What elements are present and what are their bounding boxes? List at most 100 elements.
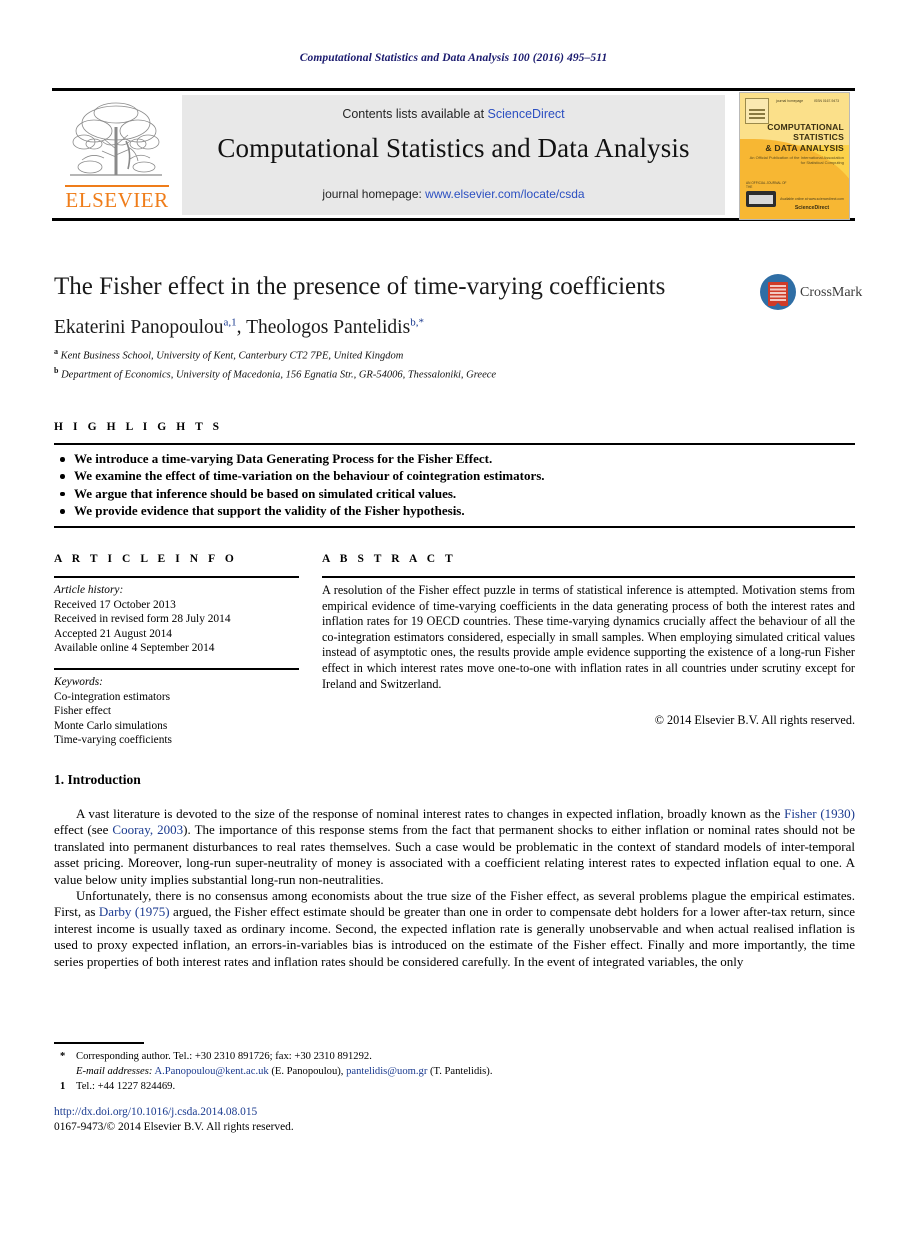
abstract-text: A resolution of the Fisher effect puzzle… — [322, 583, 855, 691]
highlight-item: We argue that inference should be based … — [58, 485, 853, 502]
footnote-asterisk-mark: * — [60, 1051, 66, 1062]
email2-who: (T. Pantelidis). — [427, 1066, 493, 1078]
contents-prefix: Contents lists available at — [342, 107, 488, 121]
footnote-1-mark: 1 — [60, 1081, 66, 1093]
abstract-label: A B S T R A C T — [322, 553, 457, 565]
highlight-item: We examine the effect of time-variation … — [58, 467, 853, 484]
author-1[interactable]: Ekaterini Panopouloua,1 — [54, 316, 237, 338]
paragraph-1: A vast literature is devoted to the size… — [54, 806, 855, 888]
footnote-emails: E-mail addresses: A.Panopoulou@kent.ac.u… — [54, 1064, 674, 1079]
page-title: The Fisher effect in the presence of tim… — [54, 273, 666, 300]
highlights-bottom-rule — [54, 526, 855, 528]
footnote-rule — [54, 1042, 144, 1044]
citation-fisher-1930[interactable]: Fisher (1930) — [784, 806, 855, 821]
author-1-name: Ekaterini Panopoulou — [54, 316, 224, 338]
paragraph-2: Unfortunately, there is no consensus amo… — [54, 888, 855, 970]
keyword-item: Monte Carlo simulations — [54, 719, 168, 732]
contents-available-line: Contents lists available at ScienceDirec… — [182, 107, 725, 121]
cover-elsevier-mark — [745, 98, 769, 124]
cover-title-line2: STATISTICS — [793, 132, 844, 143]
cover-badge-inner — [749, 195, 773, 204]
masthead-bottom-rule — [52, 218, 855, 221]
highlight-item: We introduce a time-varying Data Generat… — [58, 450, 853, 467]
keyword-item: Time-varying coefficients — [54, 734, 172, 747]
journal-masthead: ELSEVIER Contents lists available at Sci… — [52, 88, 855, 221]
crossmark-label: CrossMark — [800, 285, 863, 300]
article-history-item: Received in revised form 28 July 2014 — [54, 613, 231, 626]
keyword-item: Co-integration estimators — [54, 690, 171, 703]
cover-badge — [746, 191, 776, 207]
highlight-item: We provide evidence that support the val… — [58, 502, 853, 519]
author-2-sup: b,* — [410, 316, 424, 328]
para1-part-a: A vast literature is devoted to the size… — [76, 806, 785, 821]
author-list: Ekaterini Panopouloua,1, Theologos Pante… — [54, 316, 424, 338]
cover-top-left-note: journal homepage — [776, 99, 804, 103]
journal-banner: Contents lists available at ScienceDirec… — [182, 95, 725, 215]
highlights-top-rule — [54, 443, 855, 445]
affiliation-b-mark: b — [54, 365, 59, 375]
affiliation-b: b Department of Economics, University of… — [54, 364, 834, 383]
keywords-rule — [54, 668, 299, 670]
elsevier-wordmark: ELSEVIER — [65, 188, 169, 212]
article-page: Computational Statistics and Data Analys… — [0, 0, 907, 1238]
section-heading-introduction: 1. Introduction — [54, 772, 141, 787]
author-2-name: Theologos Pantelidis — [246, 316, 411, 338]
cover-elsevier-lines — [749, 109, 765, 111]
journal-homepage-link[interactable]: www.elsevier.com/locate/csda — [425, 187, 584, 201]
introduction-body: A vast literature is devoted to the size… — [54, 806, 855, 970]
cover-subtitle: An Official Publication of the Internati… — [749, 155, 844, 165]
cover-top-right-note: ISSN 0167-9473 — [814, 99, 840, 103]
affiliation-a-text: Kent Business School, University of Kent… — [60, 350, 404, 362]
cover-footer-note: Available online at www.sciencedirect.co… — [780, 197, 844, 201]
abstract-rule — [322, 576, 855, 578]
author-2[interactable]: Theologos Pantelidisb,* — [246, 316, 424, 338]
crossmark-icon — [760, 274, 796, 310]
para1-part-b: effect (see — [54, 822, 113, 838]
para2-part-b: argued, the Fisher effect estimate shoul… — [54, 904, 855, 969]
running-head: Computational Statistics and Data Analys… — [299, 52, 608, 64]
citation-darby-1975[interactable]: Darby (1975) — [99, 904, 170, 919]
citation-cooray-2003[interactable]: Cooray, 2003 — [112, 822, 183, 837]
cover-title-line3: & DATA ANALYSIS — [765, 142, 844, 153]
article-info-label: A R T I C L E I N F O — [54, 553, 238, 565]
journal-title: Computational Statistics and Data Analys… — [217, 133, 690, 163]
cover-title: COMPUTATIONAL STATISTICS & DATA ANALYSIS — [750, 122, 844, 153]
article-info-rule — [54, 576, 299, 578]
elsevier-tree-icon — [70, 102, 162, 176]
email-link-panopoulou[interactable]: A.Panopoulou@kent.ac.uk — [154, 1066, 268, 1077]
cover-badge-label: AN OFFICIAL JOURNAL OF THE — [746, 181, 787, 189]
footnote-note-1: 1 Tel.: +44 1227 824469. — [54, 1079, 674, 1094]
author-1-sup: a,1 — [223, 316, 237, 328]
footnote-1-text: Tel.: +44 1227 824469. — [76, 1081, 176, 1093]
homepage-prefix: journal homepage: — [322, 187, 426, 201]
doi-link[interactable]: http://dx.doi.org/10.1016/j.csda.2014.08… — [54, 1106, 257, 1118]
article-history-item: Received 17 October 2013 — [54, 598, 176, 611]
issn-copyright-line: 0167-9473/© 2014 Elsevier B.V. All right… — [54, 1121, 294, 1133]
cover-footer-brand: ScienceDirect — [794, 205, 830, 211]
article-history-item: Available online 4 September 2014 — [54, 642, 215, 655]
highlights-list: We introduce a time-varying Data Generat… — [58, 450, 853, 520]
journal-homepage-line: journal homepage: www.elsevier.com/locat… — [182, 187, 725, 201]
email1-who: (E. Panopoulou), — [268, 1066, 347, 1078]
article-history-heading: Article history: — [54, 584, 124, 596]
article-history-item: Accepted 21 August 2014 — [54, 627, 172, 640]
sciencedirect-link[interactable]: ScienceDirect — [488, 107, 565, 121]
keyword-item: Fisher effect — [54, 705, 112, 718]
affiliations: a Kent Business School, University of Ke… — [54, 345, 834, 382]
footnote-corresponding-text: Corresponding author. Tel.: +30 2310 891… — [76, 1051, 372, 1062]
affiliation-b-text: Department of Economics, University of M… — [61, 369, 497, 380]
elsevier-underline — [65, 185, 169, 187]
email-link-pantelidis[interactable]: pantelidis@uom.gr — [346, 1066, 427, 1077]
masthead-top-rule — [52, 88, 855, 91]
affiliation-a: a Kent Business School, University of Ke… — [54, 345, 834, 364]
elsevier-logo: ELSEVIER — [56, 95, 178, 215]
email-addresses-label: E-mail addresses: — [76, 1066, 153, 1078]
article-history: Article history: Received 17 October 201… — [54, 583, 304, 656]
cover-title-line1: COMPUTATIONAL — [767, 122, 844, 132]
footnote-corresponding: * Corresponding author. Tel.: +30 2310 8… — [54, 1049, 674, 1064]
affiliation-a-mark: a — [54, 347, 58, 356]
keywords-block: Keywords: Co-integration estimators Fish… — [54, 675, 304, 748]
journal-cover-thumbnail[interactable]: journal homepage ISSN 0167-9473 COMPUTAT… — [739, 92, 850, 220]
keywords-heading: Keywords: — [54, 676, 103, 688]
crossmark-badge[interactable]: CrossMark — [760, 272, 862, 312]
